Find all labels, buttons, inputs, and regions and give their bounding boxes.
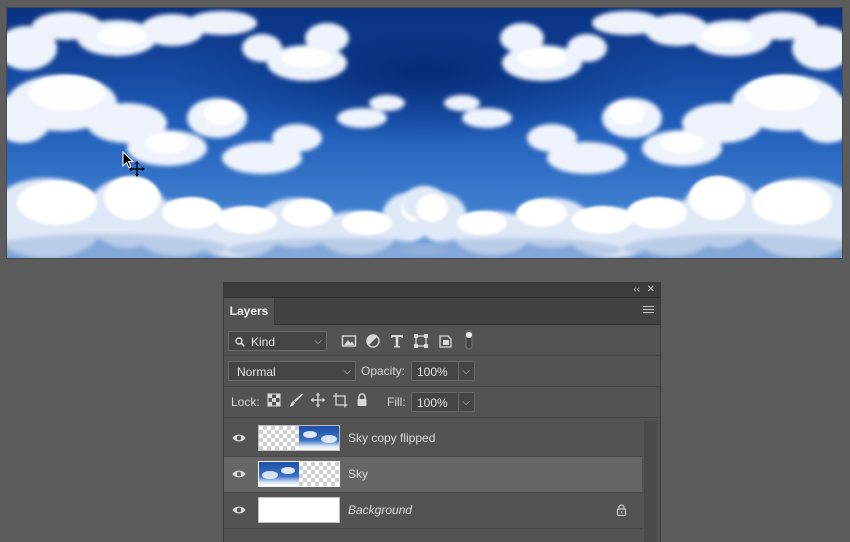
filter-type-layers-icon[interactable] bbox=[389, 333, 405, 349]
document-canvas[interactable] bbox=[7, 8, 842, 258]
opacity-label: Opacity: bbox=[361, 364, 406, 378]
layer-name[interactable]: Background bbox=[348, 503, 412, 517]
lock-position-icon[interactable] bbox=[310, 392, 326, 408]
layer-name[interactable]: Sky copy flipped bbox=[348, 431, 435, 445]
collapse-panel-button[interactable]: ‹‹ bbox=[633, 283, 640, 297]
eye-visibility-icon[interactable] bbox=[232, 432, 246, 444]
eye-visibility-icon[interactable] bbox=[232, 504, 246, 516]
fill-label: Fill: bbox=[387, 395, 406, 409]
layer-lock-icon bbox=[616, 504, 627, 516]
close-panel-button[interactable]: ✕ bbox=[647, 283, 655, 297]
filter-pixel-layers-icon[interactable] bbox=[341, 333, 357, 349]
layer-list: Sky copy flipped Sky Background bbox=[224, 421, 642, 529]
filter-kind-dropdown[interactable]: Kind ⌵ bbox=[228, 331, 327, 351]
opacity-value: 100% bbox=[417, 365, 448, 379]
filter-row: Kind ⌵ bbox=[224, 325, 660, 356]
fill-field[interactable]: 100% ⌵ bbox=[411, 392, 475, 412]
chevron-down-icon: ⌵ bbox=[314, 336, 322, 347]
chevron-down-icon: ⌵ bbox=[343, 366, 351, 377]
blend-row: Normal ⌵ Opacity: 100% ⌵ bbox=[224, 356, 660, 387]
filter-smart-objects-icon[interactable] bbox=[437, 333, 453, 349]
blend-mode-dropdown[interactable]: Normal ⌵ bbox=[228, 361, 356, 381]
search-icon bbox=[235, 337, 245, 347]
filter-shape-layers-icon[interactable] bbox=[413, 333, 429, 349]
layer-row[interactable]: Sky copy flipped bbox=[224, 421, 642, 457]
move-tool-cursor-icon bbox=[122, 151, 145, 177]
tab-layers[interactable]: Layers bbox=[224, 298, 275, 325]
layer-row-background[interactable]: Background bbox=[224, 493, 642, 529]
filter-kind-label: Kind bbox=[251, 335, 276, 349]
filter-adjustment-layers-icon[interactable] bbox=[365, 333, 381, 349]
lock-label: Lock: bbox=[231, 395, 260, 409]
lock-row: Lock: Fill: 100% ⌵ bbox=[224, 387, 660, 418]
mirrored-sky-image bbox=[7, 8, 842, 258]
panel-title-bar: ‹‹ ✕ bbox=[224, 283, 660, 298]
chevron-down-icon[interactable]: ⌵ bbox=[462, 393, 470, 413]
layer-name[interactable]: Sky bbox=[348, 467, 368, 481]
blend-mode-value: Normal bbox=[237, 365, 276, 379]
lock-transparent-pixels-icon[interactable] bbox=[266, 392, 282, 408]
fill-value: 100% bbox=[417, 396, 448, 410]
panel-tab-row: Layers bbox=[224, 298, 660, 325]
chevron-down-icon[interactable]: ⌵ bbox=[462, 362, 470, 382]
panel-menu-icon[interactable] bbox=[643, 306, 654, 316]
filter-toggle-switch[interactable] bbox=[465, 330, 473, 350]
layer-row-selected[interactable]: Sky bbox=[224, 457, 642, 493]
lock-all-icon[interactable] bbox=[354, 392, 370, 408]
layer-thumbnail[interactable] bbox=[258, 425, 340, 451]
layer-thumbnail[interactable] bbox=[258, 461, 340, 487]
layers-panel: ‹‹ ✕ Layers Kind ⌵ Normal ⌵ Opacity: 100… bbox=[223, 282, 661, 542]
layer-list-scrollbar[interactable] bbox=[644, 421, 657, 542]
lock-artboard-icon[interactable] bbox=[332, 392, 348, 408]
opacity-field[interactable]: 100% ⌵ bbox=[411, 361, 475, 381]
layer-thumbnail[interactable] bbox=[258, 497, 340, 523]
lock-image-pixels-icon[interactable] bbox=[288, 392, 304, 408]
eye-visibility-icon[interactable] bbox=[232, 468, 246, 480]
